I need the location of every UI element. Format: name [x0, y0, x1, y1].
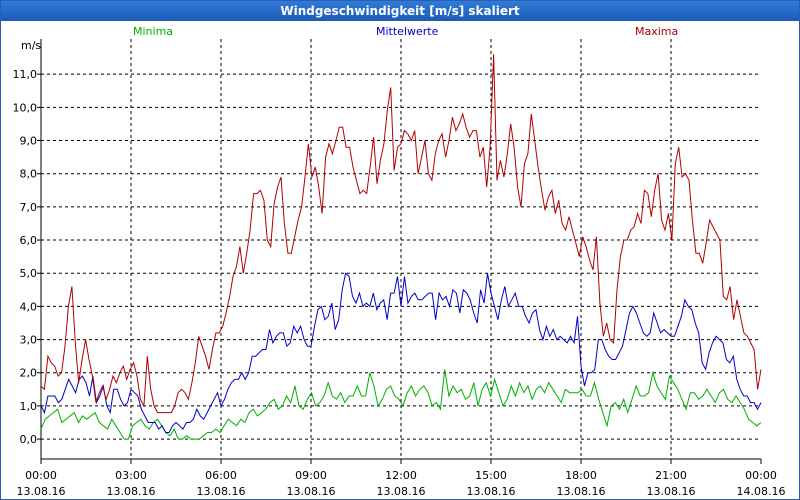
x-tick-time-label: 21:00 [655, 469, 687, 482]
y-tick-label: 1,0 [20, 400, 38, 413]
x-tick-date-label: 13.08.16 [467, 485, 516, 498]
x-tick-date-label: 13.08.16 [17, 485, 66, 498]
x-tick-time-label: 18:00 [565, 469, 597, 482]
y-tick-label: 10,0 [13, 101, 38, 114]
x-tick-date-label: 14.08.16 [737, 485, 786, 498]
series-line-minima [40, 369, 762, 440]
x-tick-date-label: 13.08.16 [377, 485, 426, 498]
y-axis-unit: m/s [21, 39, 41, 52]
x-tick-time-label: 12:00 [385, 469, 417, 482]
x-tick-date-label: 13.08.16 [107, 485, 156, 498]
x-tick-time-label: 15:00 [475, 469, 507, 482]
wind-speed-chart: 0,0 1,0 2,0 3,0 4,0 5,0 6,0 7,0 8,0 9,0 10,0 11,0 00… [13, 39, 786, 498]
window-title: Windgeschwindigkeit [m/s] skaliert [1, 1, 799, 21]
y-tick-label: 8,0 [20, 168, 38, 181]
x-tick-time-label: 00:00 [745, 469, 777, 482]
y-tick-label: 5,0 [20, 267, 38, 280]
y-tick-label: 9,0 [20, 135, 38, 148]
x-tick-date-label: 13.08.16 [197, 485, 246, 498]
x-tick-date-label: 13.08.16 [287, 485, 336, 498]
axes: 0,0 1,0 2,0 3,0 4,0 5,0 6,0 7,0 8,0 9,0 10,0 11,0 00… [13, 39, 786, 498]
chart-window: Windgeschwindigkeit [m/s] skaliert Minim… [0, 0, 800, 500]
x-tick-time-label: 06:00 [205, 469, 237, 482]
y-tick-label: 6,0 [20, 234, 38, 247]
y-tick-label: 11,0 [13, 68, 38, 81]
y-tick-label: 2,0 [20, 367, 38, 380]
grid [41, 39, 761, 459]
x-tick-time-label: 09:00 [295, 469, 327, 482]
y-tick-label: 7,0 [20, 201, 38, 214]
y-tick-label: 0,0 [20, 433, 38, 446]
x-tick-date-label: 13.08.16 [647, 485, 696, 498]
y-tick-label: 4,0 [20, 300, 38, 313]
x-tick-time-label: 00:00 [25, 469, 57, 482]
y-tick-label: 3,0 [20, 334, 38, 347]
x-tick-date-label: 13.08.16 [557, 485, 606, 498]
x-tick-time-label: 03:00 [115, 469, 147, 482]
